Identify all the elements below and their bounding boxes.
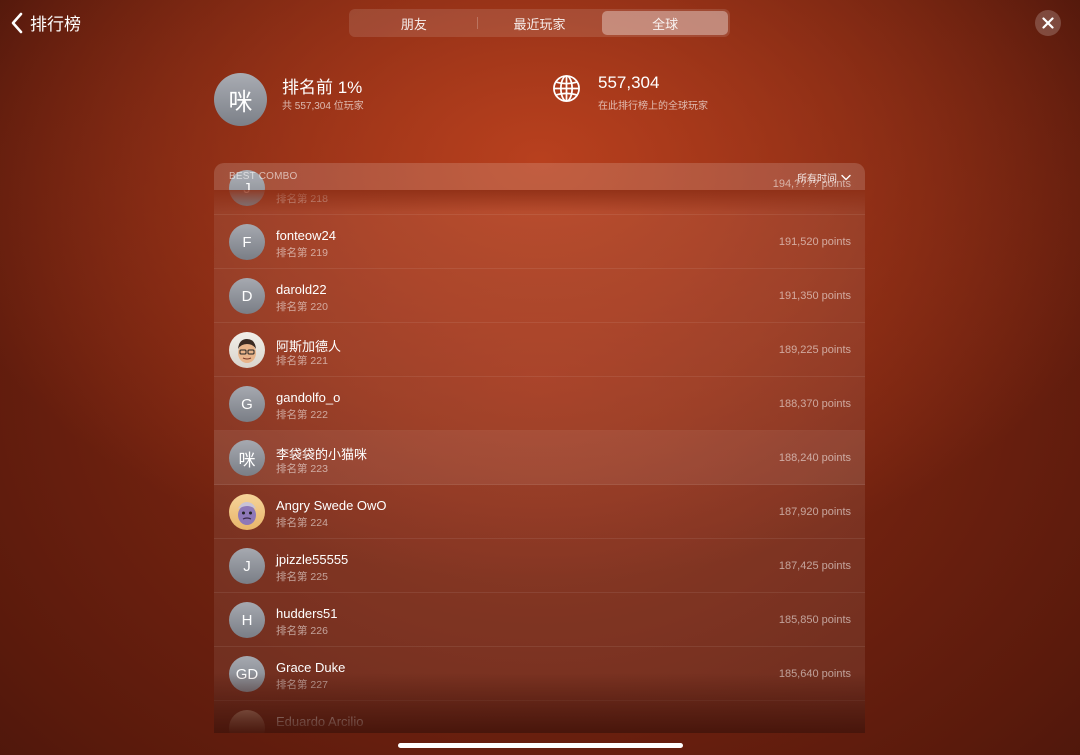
leaderboard-row[interactable]: GD Grace Duke 排名第 227 185,640 points [214,647,865,701]
my-rank-percentile: 排名前 1% [282,78,363,97]
player-avatar: 咪 [229,440,265,476]
leaderboard-row[interactable]: G gandolfo_o 排名第 222 188,370 points [214,377,865,431]
player-avatar: J [229,548,265,584]
leaderboard-row[interactable]: D darold22 排名第 220 191,350 points [214,269,865,323]
total-players-text: 共 557,304 位玩家 [282,101,364,112]
leaderboard-title: BEST COMBO [229,171,298,182]
leaderboard-panel: BEST COMBO 所有时间 J 排名第 218 194,???? point… [214,163,865,733]
leaderboard-row-me[interactable]: 咪 李袋袋的小猫咪 排名第 223 188,240 points [214,431,865,485]
player-points: 185,640 points [778,668,851,680]
chevron-left-icon [11,12,23,33]
player-name: Grace Duke [276,660,346,675]
player-name: hudders51 [276,606,338,621]
player-points: 189,225 points [778,344,851,356]
player-rank: 排名第 221 [276,355,328,367]
player-name: jpizzle55555 [276,552,349,567]
player-memoji-avatar [229,710,265,733]
player-rank: 排名第 222 [276,409,328,421]
player-points: 191,520 points [778,236,851,248]
player-name: fonteow24 [276,228,336,243]
leaderboard-header: BEST COMBO 所有时间 [214,163,865,190]
player-avatar: GD [229,656,265,692]
player-memoji-avatar [229,494,265,530]
time-filter-label: 所有时间 [797,174,837,185]
globe-icon [553,75,580,102]
player-points: 185,850 points [778,614,851,626]
player-points: 191,350 points [778,290,851,302]
player-rank: 排名第 226 [276,625,328,637]
close-button[interactable] [1035,10,1061,36]
global-player-caption: 在此排行榜上的全球玩家 [598,101,708,112]
player-name: Angry Swede OwO [276,498,387,513]
player-avatar: H [229,602,265,638]
player-rank: 排名第 219 [276,247,328,259]
player-points: 188,240 points [778,452,851,464]
player-points: 187,425 points [778,560,851,572]
player-rank: 排名第 220 [276,301,328,313]
player-avatar: G [229,386,265,422]
leaderboard-row[interactable]: J jpizzle55555 排名第 225 187,425 points [214,539,865,593]
home-indicator[interactable] [398,743,683,748]
player-name: gandolfo_o [276,390,341,405]
player-name: darold22 [276,282,327,297]
player-rank: 排名第 225 [276,571,328,583]
leaderboard-row[interactable]: Eduardo Arcilio [214,701,865,733]
leaderboard-row[interactable]: H hudders51 排名第 226 185,850 points [214,593,865,647]
global-player-count: 557,304 [598,73,660,92]
player-rank: 排名第 227 [276,679,328,691]
memoji-man-icon [238,339,256,363]
player-rank: 排名第 224 [276,517,328,529]
player-avatar: D [229,278,265,314]
player-avatar: F [229,224,265,260]
back-label: 排行榜 [30,15,81,34]
my-avatar: 咪 [214,73,267,126]
leaderboard-row[interactable]: 阿斯加德人 排名第 221 189,225 points [214,323,865,377]
scope-segmented-control: 朋友 最近玩家 全球 [349,9,730,37]
memoji-purple-icon [238,502,256,525]
time-filter-dropdown[interactable]: 所有时间 [797,170,851,185]
player-points: 188,370 points [778,398,851,410]
player-points: 187,920 points [778,506,851,518]
tab-friends[interactable]: 朋友 [351,11,477,35]
tab-global[interactable]: 全球 [602,11,729,35]
tab-recent-players[interactable]: 最近玩家 [476,11,603,35]
leaderboard-row[interactable]: F fonteow24 排名第 219 191,520 points [214,215,865,269]
chevron-down-icon [841,174,851,181]
player-rank: 排名第 218 [276,193,328,205]
back-button[interactable]: 排行榜 [10,10,81,35]
close-icon [1042,17,1054,29]
leaderboard-row[interactable]: Angry Swede OwO 排名第 224 187,920 points [214,485,865,539]
player-memoji-avatar [229,332,265,368]
player-name: Eduardo Arcilio [276,714,364,729]
player-rank: 排名第 223 [276,463,328,475]
